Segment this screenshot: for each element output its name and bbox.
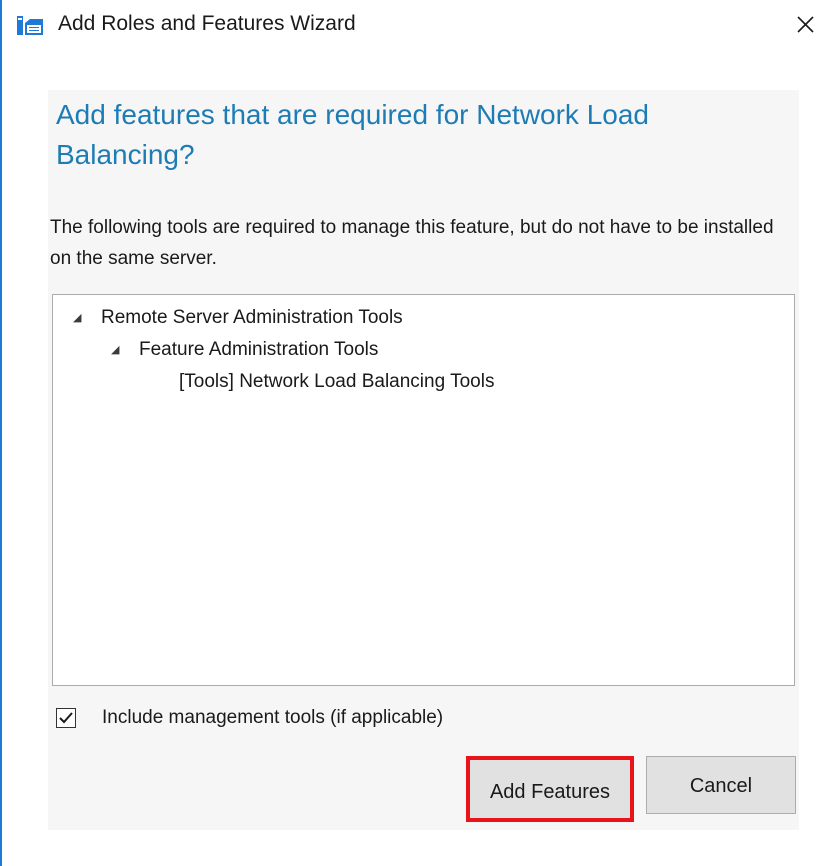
checkmark-icon <box>59 712 73 724</box>
tree-item-nlb-tools[interactable]: [Tools] Network Load Balancing Tools <box>179 369 494 395</box>
tree-item-label: Remote Server Administration Tools <box>101 307 403 329</box>
add-features-button[interactable]: Add Features <box>466 756 634 822</box>
features-tree[interactable]: ◢ Remote Server Administration Tools ◢ Fea… <box>52 294 795 686</box>
expand-triangle-icon[interactable]: ◢ <box>73 305 89 331</box>
include-tools-label: Include management tools (if applicable) <box>102 707 444 728</box>
dialog-heading: Add features that are required for Netwo… <box>56 99 650 170</box>
tree-item-feature-admin-tools[interactable]: ◢ Feature Administration Tools <box>111 337 378 363</box>
cancel-button[interactable]: Cancel <box>646 756 796 814</box>
tree-item-remote-server-admin-tools[interactable]: ◢ Remote Server Administration Tools <box>73 305 403 331</box>
tree-item-label: Feature Administration Tools <box>139 339 379 361</box>
close-icon <box>797 16 814 33</box>
expand-triangle-icon[interactable]: ◢ <box>111 337 127 363</box>
dialog-description: The following tools are required to mana… <box>50 217 774 269</box>
include-tools-checkbox[interactable] <box>56 708 76 728</box>
window-title: Add Roles and Features Wizard <box>58 12 356 35</box>
wizard-window: Add Roles and Features Wizard Add featur… <box>0 0 826 866</box>
close-button[interactable] <box>786 6 826 44</box>
dialog-content: Add features that are required for Netwo… <box>48 90 799 830</box>
title-bar: Add Roles and Features Wizard <box>2 0 826 50</box>
tree-item-label: [Tools] Network Load Balancing Tools <box>179 371 495 392</box>
server-manager-icon <box>17 16 43 35</box>
